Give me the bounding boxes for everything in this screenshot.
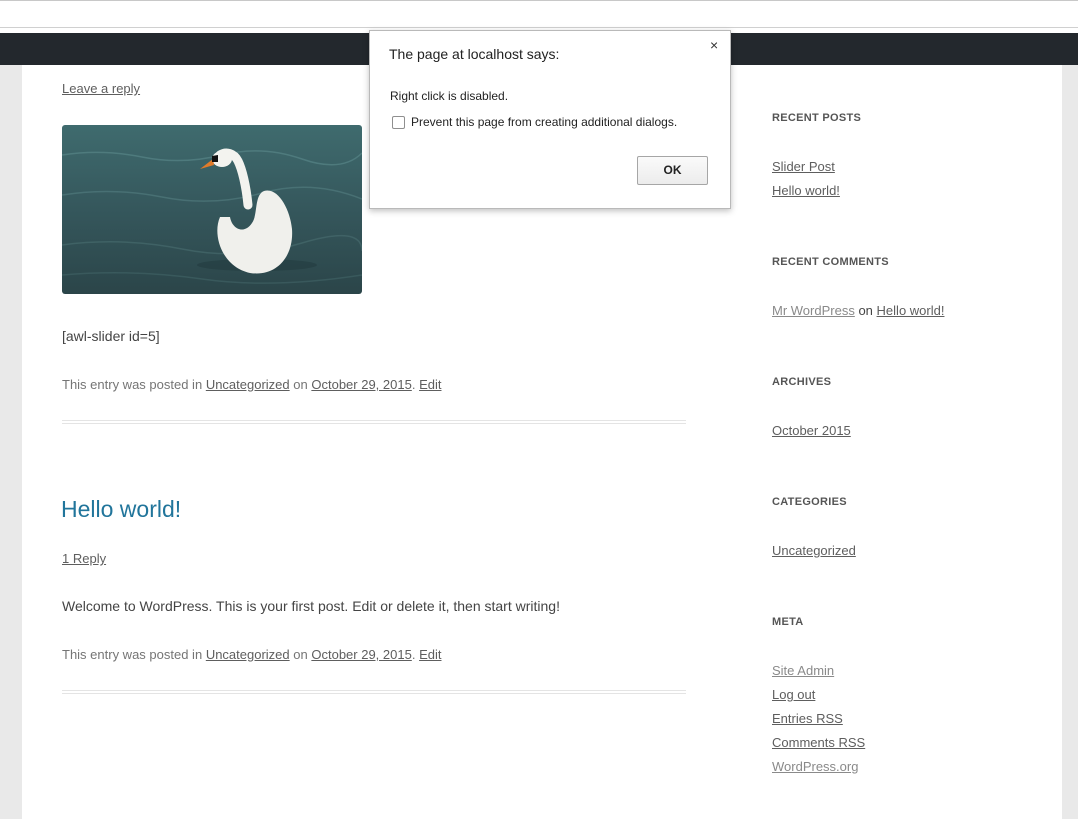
comment-author-link[interactable]: Mr WordPress	[772, 303, 855, 318]
prevent-dialogs-label[interactable]: Prevent this page from creating addition…	[411, 115, 677, 129]
post-divider	[62, 420, 686, 424]
archives-heading: ARCHIVES	[772, 376, 832, 388]
recent-comment-item: Mr WordPress on Hello world!	[772, 303, 944, 318]
categories-heading: CATEGORIES	[772, 496, 847, 508]
dialog-title: The page at localhost says:	[389, 46, 560, 62]
meta-period: .	[411, 377, 416, 392]
recent-posts-heading: RECENT POSTS	[772, 112, 862, 124]
meta-on: on	[293, 647, 308, 662]
post-content: Welcome to WordPress. This is your first…	[62, 598, 560, 614]
recent-comments-heading: RECENT COMMENTS	[772, 256, 889, 268]
leave-reply-link[interactable]: Leave a reply	[62, 81, 140, 96]
alert-dialog: The page at localhost says: × Right clic…	[369, 30, 731, 209]
swan-photo	[62, 125, 362, 294]
comment-post-link[interactable]: Hello world!	[877, 303, 945, 318]
archive-link[interactable]: October 2015	[772, 423, 851, 438]
dialog-message: Right click is disabled.	[390, 89, 509, 103]
comment-on: on	[858, 303, 873, 318]
edit-link[interactable]: Edit	[419, 647, 441, 662]
post-meta: This entry was posted in Uncategorized o…	[62, 377, 441, 392]
browser-chrome	[0, 0, 1078, 33]
slider-shortcode-text: [awl-slider id=5]	[62, 328, 160, 344]
site-admin-link[interactable]: Site Admin	[772, 663, 834, 678]
entries-rss-link[interactable]: Entries RSS	[772, 711, 843, 726]
category-link[interactable]: Uncategorized	[206, 377, 290, 392]
recent-post-link[interactable]: Hello world!	[772, 183, 840, 198]
recent-post-link[interactable]: Slider Post	[772, 159, 835, 174]
post-title[interactable]: Hello world!	[61, 496, 181, 523]
log-out-link[interactable]: Log out	[772, 687, 815, 702]
prevent-dialogs-checkbox[interactable]	[392, 116, 405, 129]
meta-prefix: This entry was posted in	[62, 377, 203, 392]
reply-count-link[interactable]: 1 Reply	[62, 551, 106, 566]
close-icon[interactable]: ×	[710, 37, 718, 53]
swan-image	[62, 125, 362, 294]
meta-period: .	[411, 647, 416, 662]
meta-prefix: This entry was posted in	[62, 647, 203, 662]
chrome-divider	[0, 27, 1078, 28]
wordpress-org-link[interactable]: WordPress.org	[772, 759, 858, 774]
category-link[interactable]: Uncategorized	[206, 647, 290, 662]
chrome-divider	[0, 0, 1078, 1]
post-divider	[62, 690, 686, 694]
meta-on: on	[293, 377, 308, 392]
ok-button[interactable]: OK	[637, 156, 708, 185]
category-widget-link[interactable]: Uncategorized	[772, 543, 856, 558]
edit-link[interactable]: Edit	[419, 377, 441, 392]
meta-heading: META	[772, 616, 804, 628]
date-link[interactable]: October 29, 2015	[311, 377, 411, 392]
date-link[interactable]: October 29, 2015	[311, 647, 411, 662]
post-meta: This entry was posted in Uncategorized o…	[62, 647, 441, 662]
comments-rss-link[interactable]: Comments RSS	[772, 735, 865, 750]
